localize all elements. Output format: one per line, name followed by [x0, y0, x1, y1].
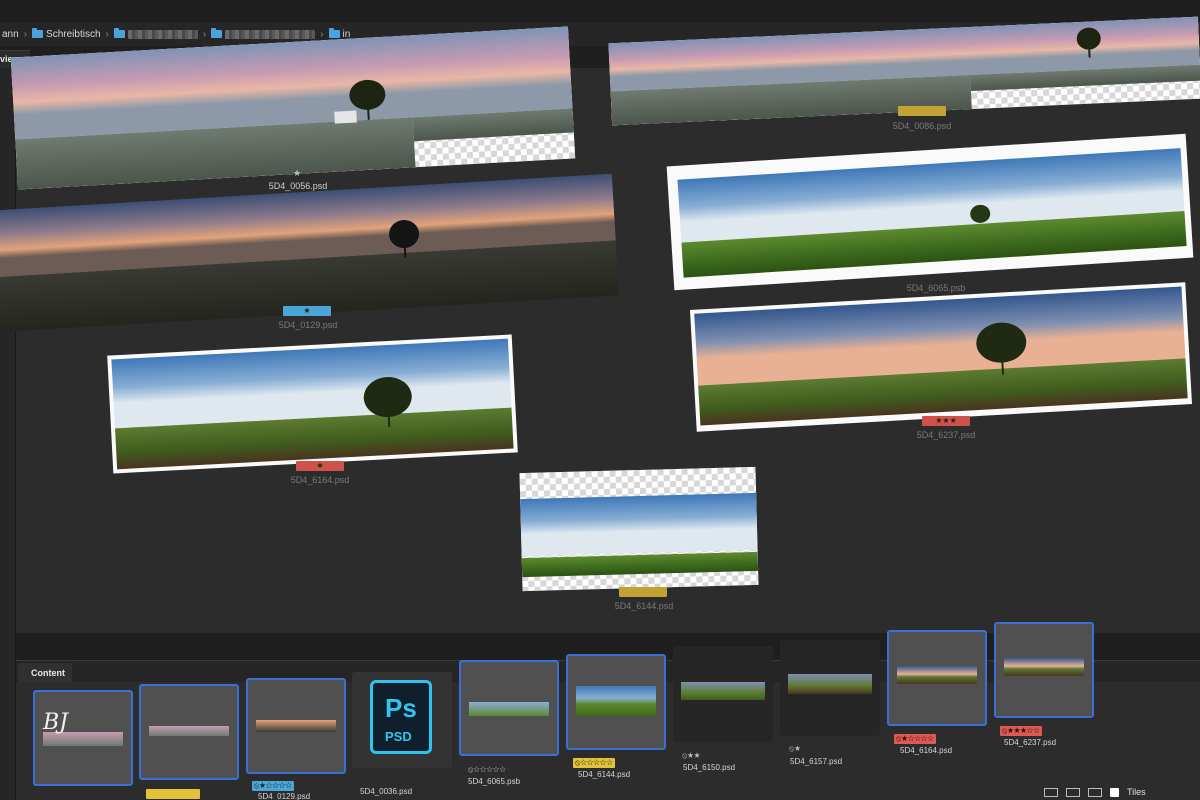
- breadcrumb-item-desktop[interactable]: Schreibtisch: [32, 28, 101, 40]
- file-name: 5D4_6164.psd: [290, 475, 350, 485]
- file-name: 5D4_6157.psd: [790, 757, 843, 766]
- thumbnail[interactable]: [887, 630, 987, 726]
- file-name: 5D4_6065.psb: [468, 777, 521, 786]
- signature-watermark: BJ: [43, 710, 68, 735]
- chevron-right-icon: ›: [105, 28, 109, 40]
- breadcrumb-item-blurred-2[interactable]: [211, 28, 316, 39]
- preview-image[interactable]: [519, 466, 759, 592]
- details-view-icon[interactable]: [1066, 787, 1080, 797]
- chevron-right-icon: ›: [320, 28, 324, 40]
- tiles-label: Tiles: [1127, 787, 1146, 797]
- view-controls: Tiles: [1040, 784, 1200, 800]
- rating-badge[interactable]: ⦸☆☆☆☆☆: [573, 758, 615, 768]
- photoshop-file-icon: Ps PSD: [370, 680, 432, 754]
- file-name: 5D4_6144.psd: [578, 770, 631, 779]
- tab-content[interactable]: Content: [18, 663, 72, 683]
- chevron-right-icon: ›: [23, 28, 28, 40]
- color-label-badge: ★: [283, 306, 331, 316]
- file-name: 5D4_0129.psd: [278, 320, 338, 330]
- rating-stars[interactable]: ⦸☆☆☆☆☆: [466, 765, 508, 775]
- chevron-right-icon: ›: [202, 28, 207, 40]
- breadcrumb-item-user[interactable]: ann: [2, 29, 19, 40]
- rating-stars[interactable]: ⦸★: [787, 744, 803, 754]
- breadcrumb-item-blurred[interactable]: [113, 28, 198, 39]
- left-sidebar-edge: [0, 68, 16, 800]
- list-view-icon[interactable]: [1088, 787, 1102, 797]
- folder-icon: [211, 28, 223, 38]
- color-label-badge: [898, 106, 946, 116]
- file-name: 5D4_6144.psd: [614, 601, 674, 611]
- color-label-badge: ★: [296, 461, 344, 471]
- folder-icon: [113, 28, 125, 38]
- file-name: 5D4_6237.psd: [916, 430, 976, 440]
- folder-icon: [328, 28, 340, 38]
- thumbnail[interactable]: [780, 640, 880, 736]
- folder-icon: [32, 28, 44, 38]
- blurred-folder-name: [225, 29, 316, 39]
- color-label-badge: ★★★: [922, 416, 970, 426]
- blurred-folder-name: [127, 29, 198, 39]
- thumbnail[interactable]: [246, 678, 346, 774]
- rating-badge[interactable]: [146, 789, 200, 799]
- tiles-checkbox[interactable]: [1110, 787, 1119, 797]
- file-name: 5D4_6237.psd: [1004, 738, 1057, 747]
- rating-stars[interactable]: ⦸★★: [680, 751, 702, 761]
- preview-image[interactable]: [107, 334, 518, 474]
- thumbnail[interactable]: Ps PSD: [352, 672, 452, 768]
- file-name: 5D4_0129.psd: [258, 792, 311, 800]
- rating-star-icon: ★: [293, 168, 302, 178]
- thumbnail[interactable]: [994, 622, 1094, 718]
- file-name: 5D4_6150.psd: [683, 763, 736, 772]
- rating-badge[interactable]: ⦸★☆☆☆☆: [252, 781, 294, 791]
- thumbnail[interactable]: [673, 646, 773, 742]
- rating-badge[interactable]: ⦸★☆☆☆☆: [894, 734, 936, 744]
- rating-badge[interactable]: ⦸★★★☆☆: [1000, 726, 1042, 736]
- grid-view-icon[interactable]: [1044, 787, 1058, 797]
- thumbnail[interactable]: [459, 660, 559, 756]
- thumbnail[interactable]: BJ: [33, 690, 133, 786]
- thumbnail[interactable]: [566, 654, 666, 750]
- file-name: 5D4_6164.psd: [900, 746, 953, 755]
- file-name: 5D4_6065.psb: [906, 283, 966, 293]
- thumbnail[interactable]: [139, 684, 239, 780]
- color-label-badge: [619, 587, 667, 597]
- file-name: 5D4_0086.psd: [892, 121, 952, 131]
- file-name: 5D4_0036.psd: [360, 787, 413, 796]
